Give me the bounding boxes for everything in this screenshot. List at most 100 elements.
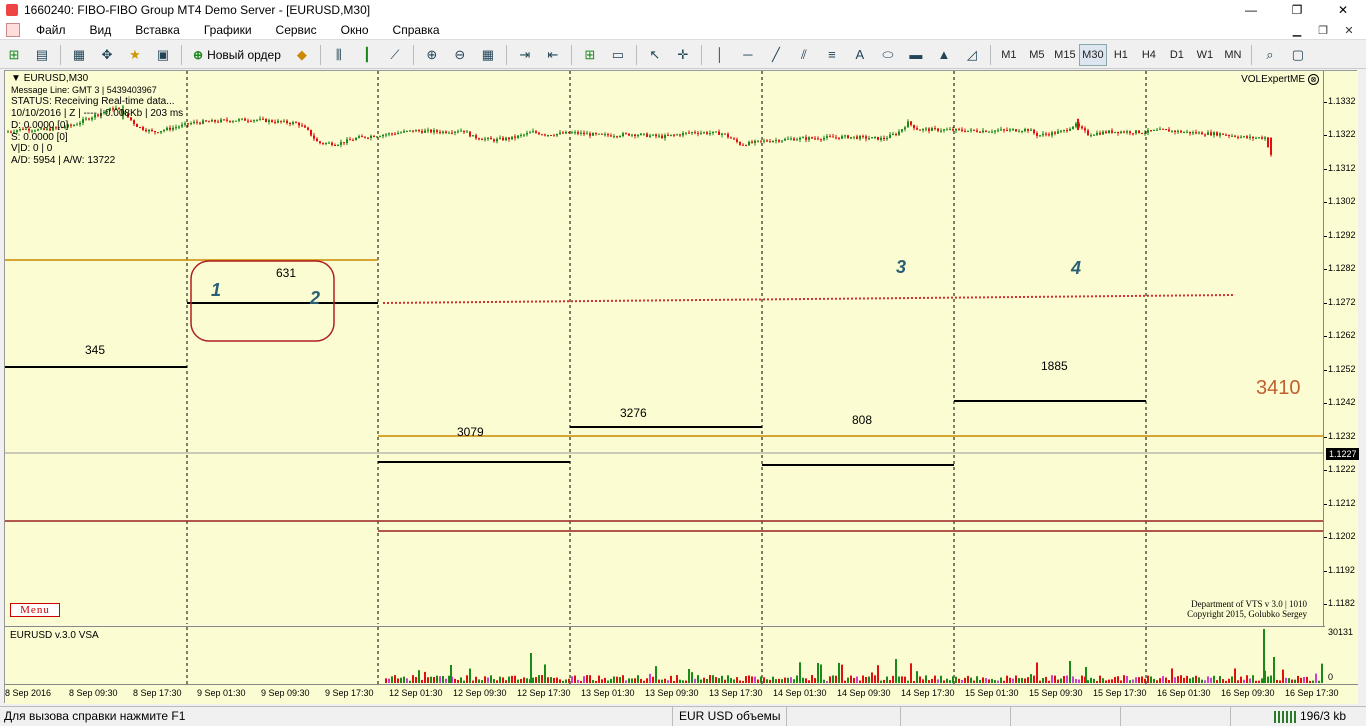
- price-pane[interactable]: 345 631 3079 3276 808 1885 3410 1 2 3 4 ▼ EURUSD,M…: [5, 71, 1325, 624]
- chart-annotation: 631: [276, 266, 296, 280]
- navigator-icon[interactable]: ✥: [94, 43, 120, 67]
- ellipse-icon[interactable]: ⬭: [875, 43, 901, 67]
- time-axis[interactable]: 8 Sep 2016 8 Sep 09:30 8 Sep 17:30 9 Sep…: [5, 684, 1358, 704]
- chart-window[interactable]: 345 631 3079 3276 808 1885 3410 1 2 3 4 ▼ EURUSD,M…: [4, 70, 1359, 704]
- timeframe-m15-button[interactable]: M15: [1051, 44, 1079, 66]
- candle-body: [244, 118, 246, 121]
- chart-restore-icon[interactable]: ❐: [1310, 20, 1336, 40]
- menu-charts[interactable]: Графики: [192, 20, 264, 40]
- timeframe-m5-button[interactable]: M5: [1023, 44, 1051, 66]
- indicator-menu-button[interactable]: Menu: [10, 603, 60, 617]
- volume-bar: [1060, 678, 1062, 683]
- timeframe-m30-button[interactable]: M30: [1078, 43, 1107, 66]
- vertical-line-icon[interactable]: │: [707, 43, 733, 67]
- terminal-icon[interactable]: ▣: [150, 43, 176, 67]
- profiles-icon[interactable]: ▤: [29, 43, 55, 67]
- zoom-in-icon[interactable]: ⊕: [419, 43, 445, 67]
- connection-status[interactable]: 196/3 kb: [1273, 707, 1346, 726]
- fibo-fan-icon[interactable]: ◿: [959, 43, 985, 67]
- channel-icon[interactable]: ⫽: [791, 43, 817, 67]
- volume-bar: [631, 678, 633, 683]
- candle-body: [373, 135, 375, 138]
- timeframe-h4-button[interactable]: H4: [1135, 44, 1163, 66]
- crosshair-icon[interactable]: ✛: [670, 43, 696, 67]
- price-axis[interactable]: 1.1332 1.1322 1.1312 1.1302 1.1292 1.128…: [1323, 71, 1359, 684]
- bar-chart-icon[interactable]: ⫼: [326, 43, 352, 67]
- menu-tools[interactable]: Сервис: [264, 20, 329, 40]
- line-chart-icon[interactable]: ⟋: [382, 43, 408, 67]
- candle-body: [871, 137, 873, 139]
- time-tick: 13 Sep 09:30: [645, 688, 699, 698]
- candle-body: [1189, 131, 1191, 134]
- chart-shift-icon[interactable]: ⇤: [540, 43, 566, 67]
- candle-body: [274, 121, 276, 123]
- timeframe-d1-button[interactable]: D1: [1163, 44, 1191, 66]
- volume-pane[interactable]: EURUSD v.3.0 VSA: [5, 626, 1325, 684]
- volume-bar: [709, 675, 711, 683]
- minimize-button[interactable]: —: [1228, 0, 1274, 20]
- info-line: S: 0.0000 [0]: [11, 131, 68, 143]
- copyright-line: Copyright 2015, Golubko Sergey: [1187, 609, 1307, 619]
- volume-bar: [802, 677, 804, 683]
- volume-bar: [1276, 679, 1278, 683]
- candle-body: [493, 139, 495, 142]
- timeframe-w1-button[interactable]: W1: [1191, 44, 1219, 66]
- volume-bar: [751, 676, 753, 683]
- new-order-button[interactable]: ⊕ Новый ордер: [186, 43, 288, 67]
- status-profile[interactable]: EUR USD объемы: [672, 707, 787, 726]
- search-icon[interactable]: ⌕: [1257, 43, 1283, 67]
- timeframe-h1-button[interactable]: H1: [1107, 44, 1135, 66]
- candle-body: [418, 130, 420, 132]
- fibonacci-icon[interactable]: ≡: [819, 43, 845, 67]
- maximize-button[interactable]: ❐: [1274, 0, 1320, 20]
- candle-body: [1156, 129, 1158, 131]
- chart-annotation: 1885: [1041, 359, 1068, 373]
- rectangle-icon[interactable]: ▬: [903, 43, 929, 67]
- candle-body: [631, 134, 633, 136]
- candle-body: [1063, 130, 1065, 132]
- chart-close-icon[interactable]: ✕: [1336, 20, 1362, 40]
- volume-chart[interactable]: [5, 627, 1323, 684]
- candle-body: [328, 142, 330, 144]
- chart-icon[interactable]: [6, 22, 20, 37]
- volume-bar: [835, 675, 837, 683]
- indicators-icon[interactable]: ⊞: [577, 43, 603, 67]
- vol-expert-close-icon[interactable]: ⊗: [1308, 74, 1319, 85]
- triangle-icon[interactable]: ▲: [931, 43, 957, 67]
- candle-body: [883, 137, 885, 139]
- zoom-out-icon[interactable]: ⊖: [447, 43, 473, 67]
- volume-bar: [1150, 676, 1152, 683]
- favorites-icon[interactable]: ★: [122, 43, 148, 67]
- candle-body: [325, 142, 327, 144]
- menu-insert[interactable]: Вставка: [123, 20, 192, 40]
- horizontal-line-icon[interactable]: ─: [735, 43, 761, 67]
- text-icon[interactable]: A: [847, 43, 873, 67]
- timeframe-m1-button[interactable]: M1: [995, 44, 1023, 66]
- cursor-icon[interactable]: ↖: [642, 43, 668, 67]
- chart-minimize-icon[interactable]: ▁: [1284, 20, 1310, 40]
- autotrading-icon[interactable]: ◆: [289, 43, 315, 67]
- price-tick: 1.1192: [1324, 565, 1355, 575]
- autoscroll-icon[interactable]: ⇥: [512, 43, 538, 67]
- price-chart[interactable]: 345 631 3079 3276 808 1885 3410 1 2 3 4: [5, 71, 1323, 624]
- new-chart-icon[interactable]: ⊞: [1, 43, 27, 67]
- volume-bar: [484, 676, 486, 683]
- timeframe-mn-button[interactable]: MN: [1219, 44, 1247, 66]
- candle-chart-icon[interactable]: ┃: [354, 43, 380, 67]
- volume-bar: [958, 678, 960, 683]
- market-watch-icon[interactable]: ▦: [66, 43, 92, 67]
- candle-body: [916, 128, 918, 130]
- tile-windows-icon[interactable]: ▦: [475, 43, 501, 67]
- templates-icon[interactable]: ▭: [605, 43, 631, 67]
- volume-bar: [913, 680, 915, 683]
- candle-body: [961, 129, 963, 131]
- menu-window[interactable]: Окно: [329, 20, 381, 40]
- close-button[interactable]: ✕: [1320, 0, 1366, 20]
- price-tick: 1.1212: [1324, 498, 1356, 508]
- menu-view[interactable]: Вид: [78, 20, 124, 40]
- volume-bar: [613, 676, 615, 683]
- menu-help[interactable]: Справка: [381, 20, 452, 40]
- trendline-icon[interactable]: ╱: [763, 43, 789, 67]
- menu-file[interactable]: Файл: [24, 20, 78, 40]
- chat-icon[interactable]: ▢: [1285, 43, 1311, 67]
